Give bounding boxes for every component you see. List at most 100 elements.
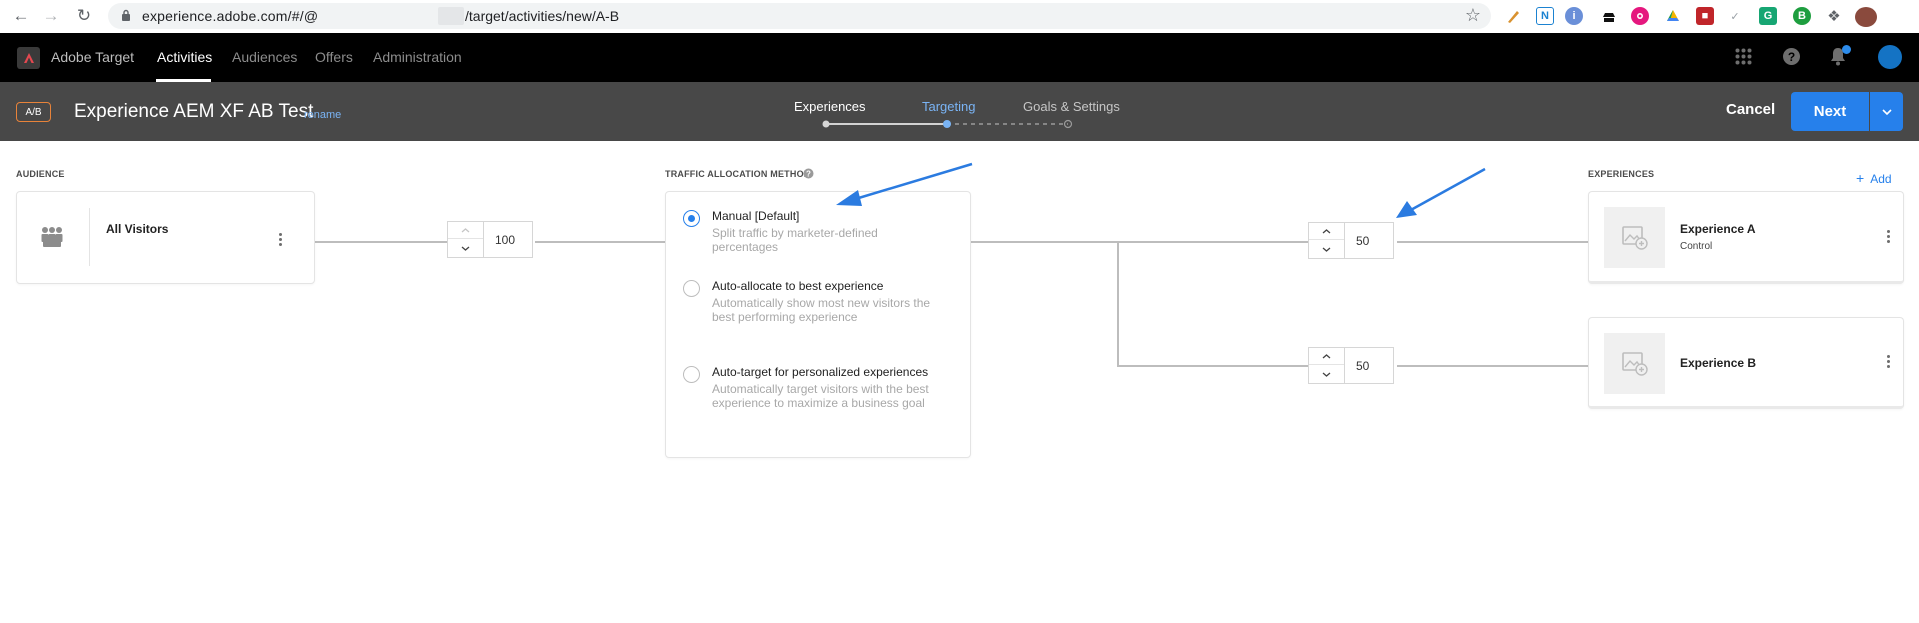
drive-extension-icon[interactable] <box>1664 7 1682 25</box>
browser-toolbar: ← → ↻ experience.adobe.com/#/@ /target/a… <box>0 0 1919 33</box>
experience-a-more-icon[interactable] <box>1887 230 1890 243</box>
nav-activities[interactable]: Activities <box>157 49 212 65</box>
app-name[interactable]: Adobe Target <box>51 49 134 65</box>
red-extension-icon[interactable]: ■ <box>1696 7 1714 25</box>
forward-icon[interactable]: → <box>40 5 62 27</box>
connector-line <box>971 241 1308 243</box>
experience-a-split-value[interactable]: 50 <box>1345 222 1394 259</box>
url-text: experience.adobe.com/#/@ <box>142 8 319 24</box>
step-experiences[interactable]: Experiences <box>794 99 866 114</box>
connector-line <box>1117 365 1308 367</box>
auto-target-option-desc: Automatically target visitors with the b… <box>712 382 929 410</box>
next-dropdown-button[interactable] <box>1870 92 1903 131</box>
decrement-chevron-down-icon[interactable] <box>448 240 483 257</box>
experience-a-thumbnail[interactable] <box>1604 207 1665 268</box>
experience-b-card[interactable]: Experience B <box>1588 317 1904 409</box>
chevron-down-icon <box>1881 108 1892 115</box>
profile-avatar[interactable] <box>1855 7 1877 27</box>
connector-line <box>315 241 447 243</box>
experience-a-name: Experience A <box>1680 222 1756 236</box>
cancel-button[interactable]: Cancel <box>1726 101 1775 118</box>
bookmark-star-icon[interactable]: ☆ <box>1465 5 1481 26</box>
stepper-arrows <box>1308 222 1345 259</box>
audience-traffic-value[interactable]: 100 <box>484 221 533 258</box>
address-bar[interactable]: experience.adobe.com/#/@ /target/activit… <box>108 3 1491 29</box>
increment-chevron-up-icon[interactable] <box>1309 223 1344 240</box>
auto-allocate-option-desc: Automatically show most new visitors the… <box>712 296 931 324</box>
experience-b-split-stepper[interactable]: 50 <box>1308 347 1397 384</box>
connector-line <box>535 241 665 243</box>
url-redacted-segment <box>438 7 464 25</box>
audience-card[interactable]: All Visitors <box>16 191 315 284</box>
experience-a-card[interactable]: Experience A Control <box>1588 191 1904 284</box>
experience-b-more-icon[interactable] <box>1887 355 1890 368</box>
next-button[interactable]: Next <box>1791 92 1869 131</box>
decrement-chevron-down-icon[interactable] <box>1309 241 1344 258</box>
audience-traffic-stepper[interactable]: 100 <box>447 221 536 258</box>
b-extension-icon[interactable]: B <box>1793 7 1811 25</box>
plus-icon: + <box>1856 170 1865 186</box>
increment-chevron-up-icon[interactable] <box>1309 348 1344 365</box>
activity-header: A/B Experience AEM XF AB Test rename Exp… <box>0 82 1919 141</box>
audience-more-icon[interactable] <box>279 233 282 246</box>
step-progress <box>822 119 1073 129</box>
manual-option-desc: Split traffic by marketer-defined percen… <box>712 226 878 254</box>
experience-a-split-stepper[interactable]: 50 <box>1308 222 1397 259</box>
eye-extension-icon[interactable] <box>1631 7 1649 25</box>
nav-offers[interactable]: Offers <box>315 49 353 65</box>
add-experience-button[interactable]: + Add <box>1856 170 1892 186</box>
activity-type-badge: A/B <box>16 102 51 122</box>
connector-line <box>1397 241 1588 243</box>
stepper-arrows <box>447 221 484 258</box>
auto-allocate-option-title[interactable]: Auto-allocate to best experience <box>712 279 883 293</box>
annotation-arrow-icon <box>836 162 973 206</box>
back-icon[interactable]: ← <box>10 5 32 27</box>
n-extension-icon[interactable]: N <box>1536 7 1554 25</box>
lock-icon <box>122 9 130 21</box>
reload-icon[interactable]: ↻ <box>73 5 95 27</box>
connector-line <box>1397 365 1588 367</box>
card-divider <box>89 208 90 266</box>
pen-extension-icon[interactable] <box>1505 7 1523 25</box>
audience-people-icon <box>41 227 63 247</box>
auto-allocate-radio[interactable] <box>683 280 700 297</box>
rename-link[interactable]: rename <box>304 109 341 121</box>
annotation-arrow-icon <box>1396 167 1486 218</box>
manual-radio[interactable] <box>683 210 700 227</box>
decrement-chevron-down-icon[interactable] <box>1309 366 1344 383</box>
nav-audiences[interactable]: Audiences <box>232 49 297 65</box>
step-targeting[interactable]: Targeting <box>922 99 975 114</box>
notification-badge <box>1842 45 1851 54</box>
g-extension-icon[interactable]: G <box>1759 7 1777 25</box>
puzzle-extension-icon[interactable]: ❖ <box>1825 7 1843 25</box>
activity-title: Experience AEM XF AB Test <box>74 101 314 122</box>
auto-target-option-title[interactable]: Auto-target for personalized experiences <box>712 365 928 379</box>
experience-b-name: Experience B <box>1680 356 1757 370</box>
manual-option-title[interactable]: Manual [Default] <box>712 209 799 223</box>
spy-extension-icon[interactable] <box>1600 7 1618 25</box>
experience-b-thumbnail[interactable] <box>1604 333 1665 394</box>
bird-extension-icon[interactable]: ✓ <box>1726 7 1744 25</box>
info-extension-icon[interactable]: i <box>1565 7 1583 25</box>
experience-b-split-value[interactable]: 50 <box>1345 347 1394 384</box>
url-path: /target/activities/new/A-B <box>465 8 620 24</box>
step-dot-targeting <box>943 120 951 128</box>
add-image-icon <box>1621 351 1648 376</box>
adobe-logo-icon[interactable] <box>17 47 40 69</box>
audience-section-label: AUDIENCE <box>16 169 65 179</box>
increment-chevron-up-icon[interactable] <box>448 222 483 239</box>
user-avatar[interactable] <box>1878 45 1902 69</box>
nav-administration[interactable]: Administration <box>373 49 462 65</box>
step-dot-experiences <box>822 120 830 128</box>
auto-target-radio[interactable] <box>683 366 700 383</box>
connector-line <box>1117 241 1119 367</box>
svg-text:?: ? <box>806 170 811 179</box>
step-goals-settings[interactable]: Goals & Settings <box>1023 99 1120 114</box>
top-navigation: Adobe Target Activities Audiences Offers… <box>0 33 1919 82</box>
info-icon[interactable]: ? <box>803 168 814 179</box>
apps-grid-icon[interactable] <box>1735 48 1752 65</box>
help-icon[interactable]: ? <box>1783 48 1800 65</box>
traffic-method-section-label: TRAFFIC ALLOCATION METHOD <box>665 169 811 179</box>
stepper-arrows <box>1308 347 1345 384</box>
experience-a-subtitle: Control <box>1680 241 1713 252</box>
